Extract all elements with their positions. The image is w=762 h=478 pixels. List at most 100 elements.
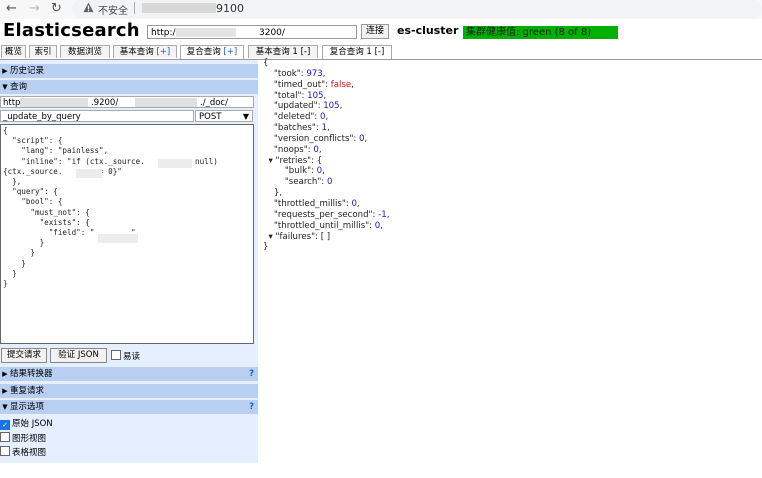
code-line: "script": { bbox=[3, 136, 63, 146]
help-icon[interactable]: ? bbox=[249, 400, 254, 414]
code-line: {ctx._source. = 0}" bbox=[3, 166, 122, 176]
tab-label: 复合查询 1 bbox=[329, 47, 372, 57]
url-end: ./_doc/ bbox=[200, 98, 228, 108]
triangle-right-icon: ▶ bbox=[2, 370, 8, 378]
address-url-suffix: 9100 bbox=[216, 2, 244, 15]
transformer-section-header[interactable]: ▶ 结果转换器? bbox=[0, 367, 258, 381]
section-label: 显示选项 bbox=[10, 402, 45, 412]
json-value: 0 bbox=[313, 144, 319, 155]
security-label: 不安全 bbox=[98, 6, 128, 17]
json-brace: } bbox=[263, 242, 269, 253]
json-value: 0 bbox=[374, 220, 381, 231]
json-value: 105 bbox=[323, 101, 340, 112]
json-value: 0 bbox=[316, 166, 323, 177]
triangle-down-icon: ▼ bbox=[2, 83, 8, 91]
tab-data-browser[interactable]: 数据浏览 bbox=[60, 45, 110, 58]
tab-label: 数据浏览 bbox=[67, 47, 102, 57]
tab-close-icon[interactable]: [-] bbox=[375, 47, 385, 57]
section-label: 查询 bbox=[10, 82, 28, 92]
check-icon[interactable]: ✓ bbox=[0, 420, 10, 430]
method-value: POST bbox=[199, 112, 222, 122]
json-value: 973 bbox=[306, 68, 323, 79]
redacted-host bbox=[142, 3, 216, 13]
option-label: 原始 JSON bbox=[12, 419, 53, 429]
address-divider bbox=[134, 2, 135, 14]
section-label: 结果转换器 bbox=[10, 369, 53, 379]
json-value: 0 bbox=[320, 112, 326, 123]
redacted-index bbox=[135, 98, 197, 107]
checkbox[interactable] bbox=[111, 350, 121, 360]
browser-toolbar: ← → ↻ 不安全 9100 bbox=[0, 0, 762, 19]
json-value: [ ] bbox=[320, 231, 331, 242]
tab-add-icon[interactable]: [+] bbox=[223, 47, 237, 57]
tab-indices[interactable]: 索引 bbox=[29, 45, 57, 58]
cluster-name: es-cluster bbox=[397, 24, 459, 37]
json-value: 0 bbox=[326, 177, 333, 188]
url-middle: .9200/ bbox=[91, 98, 119, 108]
code-line: } bbox=[3, 258, 26, 268]
option-label: 图形视图 bbox=[12, 434, 47, 444]
connection-url-prefix: http:/ bbox=[151, 28, 176, 38]
redacted-field bbox=[98, 234, 138, 243]
code-line: "query": { bbox=[3, 187, 58, 197]
connection-url-suffix: 3200/ bbox=[259, 28, 285, 38]
code-line: } bbox=[3, 279, 8, 289]
section-label: 重复请求 bbox=[10, 386, 45, 396]
tab-basic-query[interactable]: 基本查询 [+] bbox=[113, 45, 177, 58]
app-title: Elasticsearch bbox=[3, 20, 140, 41]
tab-close-icon[interactable]: [-] bbox=[301, 47, 311, 57]
history-section-header[interactable]: ▶ 历史记录 bbox=[0, 64, 258, 78]
redacted-host bbox=[20, 98, 88, 107]
chevron-down-icon: ▼ bbox=[242, 112, 249, 121]
triangle-down-icon[interactable]: ▾ bbox=[268, 156, 272, 166]
section-label: 历史记录 bbox=[10, 66, 45, 76]
triangle-right-icon: ▶ bbox=[2, 387, 8, 395]
help-icon[interactable]: ? bbox=[249, 367, 254, 381]
tab-basic-query-1[interactable]: 基本查询 1 [-] bbox=[248, 45, 318, 58]
display-section-header[interactable]: ▼ 显示选项? bbox=[0, 400, 258, 414]
tab-add-icon[interactable]: [+] bbox=[156, 47, 170, 57]
result-json-output: { "took": 973, "timed_out": false, "tota… bbox=[263, 58, 390, 253]
triangle-down-icon[interactable]: ▾ bbox=[268, 232, 272, 242]
code-line: "must_not": { bbox=[3, 207, 90, 217]
code-line: }, bbox=[3, 177, 22, 187]
reload-icon[interactable]: ↻ bbox=[51, 1, 62, 17]
http-method-select[interactable]: POST ▼ bbox=[195, 110, 253, 122]
option-raw-json[interactable]: ✓ 原始 JSON bbox=[0, 418, 53, 430]
query-section-header[interactable]: ▼ 查询 bbox=[0, 80, 258, 94]
checkbox[interactable] bbox=[0, 432, 10, 442]
code-line: "lang": "painless", bbox=[3, 146, 109, 156]
redacted-field bbox=[158, 159, 192, 168]
validate-json-button[interactable]: 验证 JSON bbox=[50, 348, 107, 363]
code-line: } bbox=[3, 248, 36, 258]
json-value: 0 bbox=[359, 133, 365, 144]
tab-compound-query[interactable]: 复合查询 [+] bbox=[180, 45, 244, 59]
tab-overview[interactable]: 概览 bbox=[1, 45, 26, 58]
code-line: } bbox=[3, 268, 17, 278]
tab-label: 复合查询 bbox=[186, 47, 221, 57]
repeat-section-header[interactable]: ▶ 重复请求 bbox=[0, 384, 258, 398]
json-value: 105 bbox=[307, 90, 324, 101]
code-line: { bbox=[3, 126, 8, 135]
query-path-input[interactable]: _update_by_query bbox=[0, 110, 194, 122]
tab-compound-query-1[interactable]: 复合查询 1 [-] bbox=[322, 45, 392, 59]
json-brace: { bbox=[263, 58, 269, 68]
json-value: false bbox=[330, 79, 352, 90]
pretty-print-option[interactable]: 易读 bbox=[111, 350, 140, 362]
code-line: "exists": { bbox=[3, 217, 90, 227]
arrow-right-icon[interactable]: → bbox=[29, 1, 40, 17]
connect-button[interactable]: 连接 bbox=[361, 24, 389, 39]
option-label: 易读 bbox=[123, 352, 141, 362]
json-value: 0 bbox=[351, 198, 357, 209]
warning-triangle-icon bbox=[83, 2, 94, 13]
tab-label: 概览 bbox=[4, 47, 22, 57]
arrow-left-icon[interactable]: ← bbox=[6, 1, 17, 17]
tab-label: 基本查询 bbox=[119, 47, 154, 57]
redacted-connection-host bbox=[176, 28, 236, 37]
checkbox[interactable] bbox=[0, 446, 10, 456]
submit-request-button[interactable]: 提交请求 bbox=[1, 348, 47, 363]
option-table-view[interactable]: 表格视图 bbox=[0, 446, 46, 458]
option-graph-view[interactable]: 图形视图 bbox=[0, 432, 46, 444]
tab-label: 索引 bbox=[34, 47, 52, 57]
option-label: 表格视图 bbox=[12, 448, 47, 458]
